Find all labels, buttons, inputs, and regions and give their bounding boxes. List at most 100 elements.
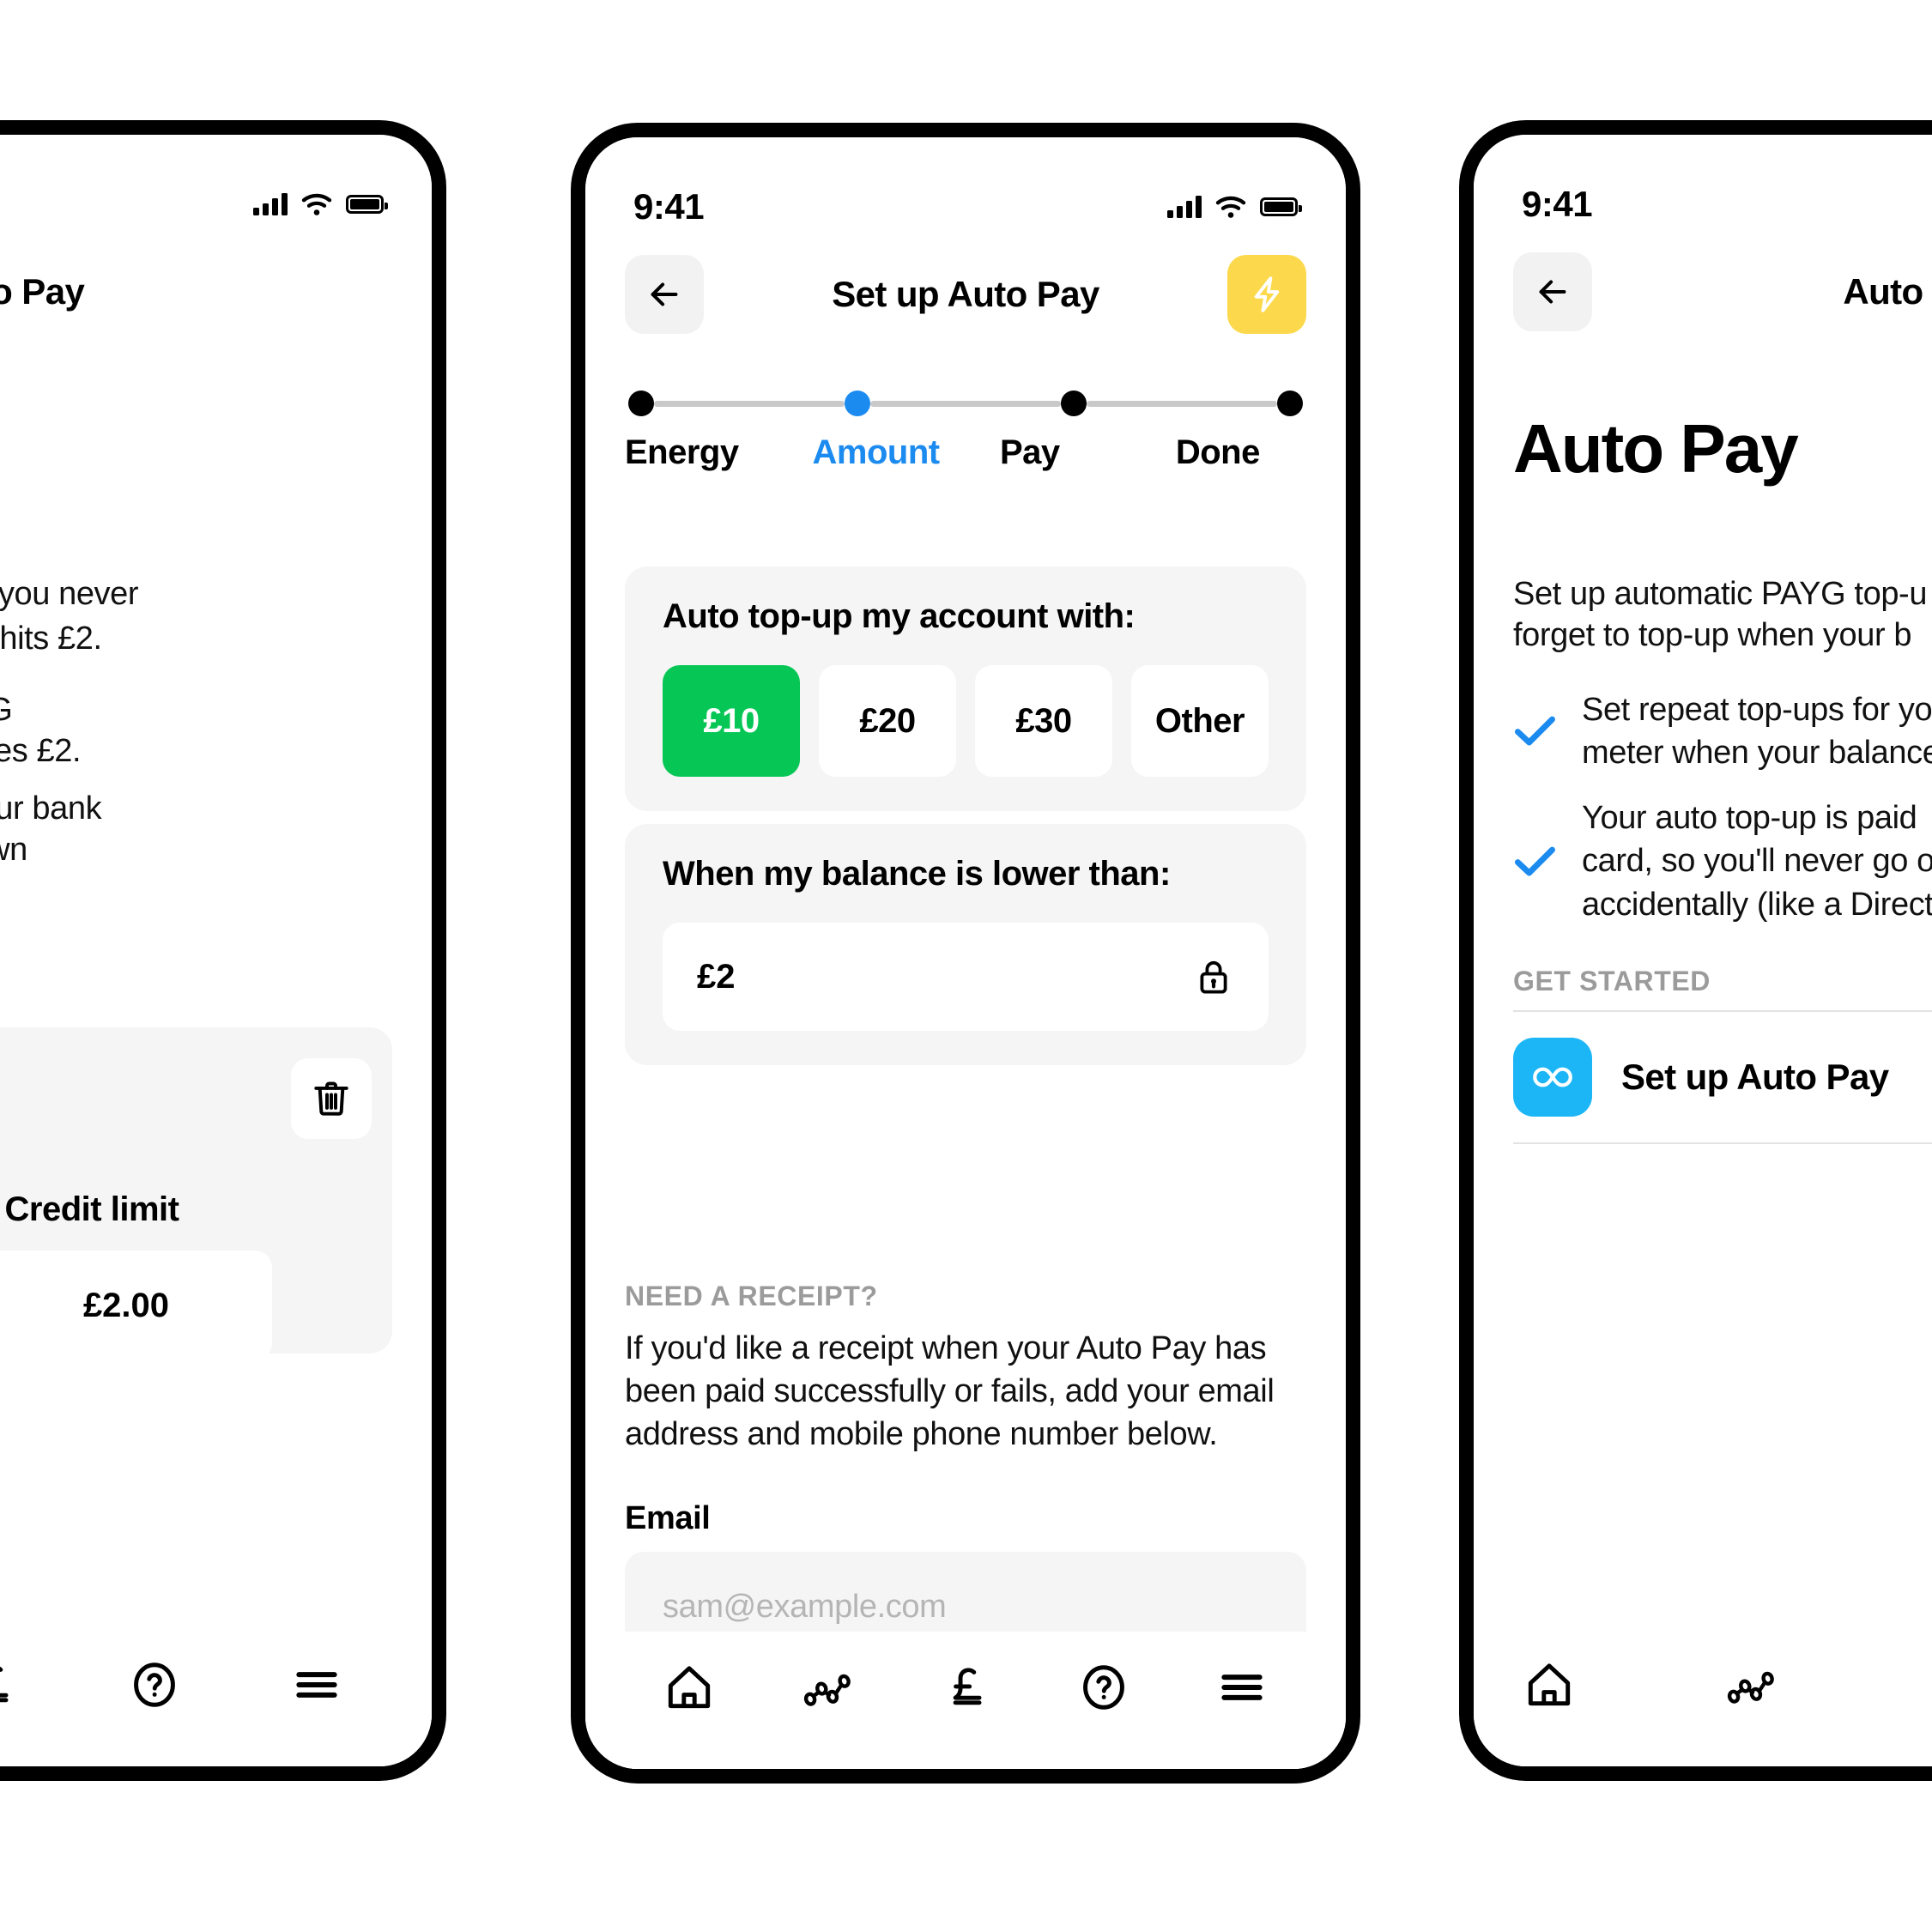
list-item-label: Set up Auto Pay [1621,1057,1889,1097]
left-body-line-2: when your balance hits £2. [0,621,102,657]
tab-menu[interactable] [1195,1649,1289,1726]
step-label-energy: Energy [625,433,739,471]
bullet-1-line-2: meter when your balance [1582,735,1932,772]
tab-pound[interactable] [1912,1646,1932,1723]
threshold-value-field[interactable]: £2 [663,923,1269,1031]
bullet-1-line-1: Set repeat top-ups for yo [1582,692,1932,728]
left-screen: 0 Auto Pay c PAYG top-ups so you never w… [0,135,432,1766]
stepper-track [625,391,1306,416]
arrow-left-icon [651,282,678,306]
amount-option-30[interactable]: £30 [975,665,1112,777]
tab-help[interactable] [1057,1649,1151,1726]
amount-option-20[interactable]: £20 [819,665,956,777]
list-item-setup-auto-pay[interactable]: Set up Auto Pay [1513,1010,1932,1144]
bullet-item: Your auto top-up is paid card, so you'll… [1513,796,1932,925]
tab-menu[interactable] [270,1646,364,1723]
left-bullet-line-1: p-ups for your PAYG [0,688,289,731]
step-dot-done[interactable] [1277,391,1303,416]
email-label: Email [625,1500,711,1536]
bullet-text: Set repeat top-ups for yo meter when you… [1582,688,1932,774]
step-label-amount: Amount [812,433,941,471]
tab-pound[interactable] [0,1646,39,1723]
status-time: 9:41 [633,186,705,227]
credit-limit-value-field[interactable]: £2.00 [0,1251,272,1360]
center-status-bar: 9:41 [585,137,1346,239]
pound-icon [953,1668,982,1705]
tab-usage[interactable] [1710,1646,1791,1723]
left-bullet-line-2: your balance reaches £2. [0,733,82,769]
amount-option-other[interactable]: Other [1131,665,1269,777]
tab-pound[interactable] [918,1649,1013,1726]
left-bullet-line-3: p-up is paid with your bank [0,790,102,827]
menu-icon [296,1672,337,1698]
delete-button[interactable] [291,1058,372,1139]
stepper-labels: Energy Amount Pay Done [625,433,1306,472]
infinity-icon-badge [1513,1038,1592,1117]
back-button[interactable] [625,255,704,334]
amount-card: Auto top-up my account with: £10 £20 £30… [625,566,1306,811]
threshold-card: When my balance is lower than: £2 [625,824,1306,1065]
battery-icon [1260,197,1302,216]
threshold-card-title: When my balance is lower than: [663,855,1171,893]
right-intro-line-1: Set up automatic PAYG top-u [1513,576,1928,612]
energy-action-button[interactable] [1227,255,1306,334]
help-icon [134,1662,175,1707]
receipt-paragraph: If you'd like a receipt when your Auto P… [625,1330,1275,1453]
tab-home[interactable] [1508,1646,1590,1723]
bullet-text: Your auto top-up is paid card, so you'll… [1582,796,1932,925]
tab-usage[interactable] [780,1649,875,1726]
back-button[interactable] [1513,252,1592,331]
stepper-line-1 [654,400,845,407]
step-dot-amount[interactable] [845,391,870,416]
credit-limit-label: Credit limit [4,1190,179,1228]
get-started-header: GET STARTED [1513,966,1711,996]
trash-icon [314,1081,348,1116]
page-title: Set up Auto Pay [832,274,1099,314]
left-bullet-line-5: (like a Direct Debit). [0,869,289,912]
center-tabbar [585,1632,1346,1769]
tab-home[interactable] [642,1649,736,1726]
infinity-icon [1533,1067,1572,1087]
right-page-title: Auto Pay [1843,271,1932,312]
home-icon [1528,1663,1570,1706]
status-icons [1167,196,1302,219]
step-dot-energy[interactable] [628,391,654,416]
right-heading: Auto Pay [1513,410,1799,487]
stepper-line-3 [1087,400,1277,407]
usage-icon [1727,1671,1774,1704]
phone-center: 9:41 Set up Auto Pay Energy Amount Pay D… [571,123,1360,1784]
phone-left: 0 Auto Pay c PAYG top-ups so you never w… [0,120,446,1781]
amount-options: £10 £20 £30 Other [663,665,1269,777]
step-dot-pay[interactable] [1061,391,1087,416]
phone-right: 9:41 Auto Pay Auto Pay Set up automatic … [1459,120,1932,1781]
left-tabbar [0,1629,432,1766]
amount-option-10[interactable]: £10 [663,665,800,777]
step-label-done: Done [1175,433,1261,471]
tab-help[interactable] [107,1646,202,1723]
threshold-value: £2 [697,957,736,996]
step-label-pay: Pay [1000,433,1060,471]
bullet-2-line-1: Your auto top-up is paid [1582,800,1917,837]
bullet-2-line-2: card, so you'll never go ov [1582,843,1932,880]
screenshot-canvas: 0 Auto Pay c PAYG top-ups so you never w… [0,0,1932,1932]
center-screen: 9:41 Set up Auto Pay Energy Amount Pay D… [585,137,1346,1769]
stepper-line-2 [870,400,1061,407]
wifi-icon [301,193,332,215]
right-screen: 9:41 Auto Pay Auto Pay Set up automatic … [1474,135,1932,1766]
check-icon-wrap [1513,688,1558,774]
signal-icon [253,193,288,215]
check-icon [1514,716,1555,746]
arrow-left-icon [1539,280,1566,304]
status-time: 9:41 [1522,184,1593,224]
battery-icon [346,195,388,214]
pound-icon [1926,1658,1932,1711]
setup-stepper: Energy Amount Pay Done [625,391,1306,472]
left-navbar: Auto Pay [0,236,432,348]
wifi-icon [1215,196,1246,218]
right-navbar: Auto Pay [1474,236,1932,348]
bullet-item: Set repeat top-ups for yo meter when you… [1513,688,1932,774]
signal-icon [1167,196,1202,218]
pound-icon [0,1666,9,1703]
amount-card-title: Auto top-up my account with: [663,597,1136,635]
status-icons [253,193,388,216]
